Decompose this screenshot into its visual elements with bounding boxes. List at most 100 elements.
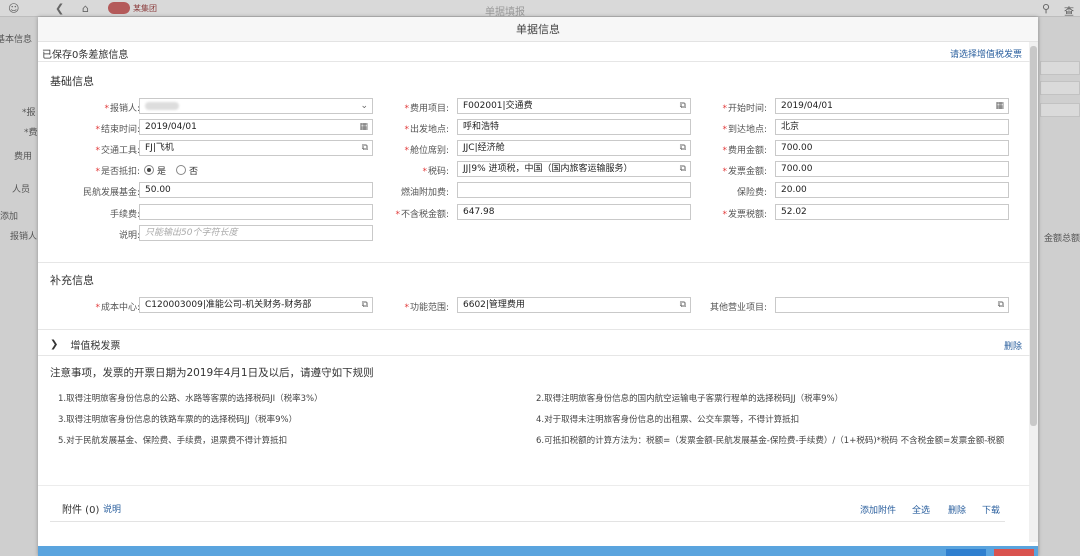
document-info-modal: 单据信息 已保存0条差旅信息 请选择增值税发票 基础信息 *报销人: ⌄ *费用… — [38, 17, 1038, 556]
transport-field[interactable]: FJ|飞机 ⧉ — [139, 140, 373, 156]
handling-fee-label: 手续费: — [109, 210, 140, 220]
fuel-surcharge-label: 燃油附加费: — [400, 188, 449, 198]
supplement-info-title: 补充信息 — [50, 274, 94, 287]
reimburser-label: *报销人: — [104, 104, 140, 114]
attachments-help-link[interactable]: 说明 — [103, 502, 121, 515]
bg-label: 人员 — [12, 185, 31, 195]
saved-travel-count: 已保存0条差旅信息 — [42, 50, 129, 61]
modal-scrollbar[interactable] — [1029, 42, 1038, 542]
bg-field — [1040, 61, 1080, 75]
cost-center-field[interactable]: C120003009|准能公司-机关财务-财务部 ⧉ — [139, 297, 373, 313]
notice-item: 6.可抵扣税额的计算方法为：税额=（发票金额-民航发展基金-保险费-手续费）/（… — [536, 436, 1005, 446]
scrollbar-thumb[interactable] — [1030, 46, 1037, 426]
arrival-input[interactable]: 北京 — [775, 119, 1009, 135]
deductible-label: *是否抵扣: — [95, 167, 140, 177]
app-title: 单据填报 — [485, 7, 525, 18]
deductible-radio-group: 是 否 — [144, 162, 198, 178]
amount-excl-tax-input[interactable]: 647.98 — [457, 204, 691, 220]
notice-title: 注意事项，发票的开票日期为2019年4月1日及以后，请遵守如下规则 — [50, 367, 374, 379]
back-icon[interactable]: ❮ — [55, 2, 64, 15]
confirm-button[interactable] — [946, 549, 986, 556]
expense-item-label: *费用项目: — [404, 104, 449, 114]
modal-footer-bar — [38, 546, 1038, 556]
expense-amount-label: *费用金额: — [722, 146, 767, 156]
user-icon[interactable]: ☺ — [8, 2, 19, 15]
insurance-label: 保险费: — [736, 188, 767, 198]
handling-fee-input[interactable] — [139, 204, 373, 220]
divider — [38, 262, 1030, 263]
attachments-title: 附件 (0) — [62, 505, 100, 516]
notice-item: 4.对于取得未注明旅客身份信息的出租票、公交车票等，不得计算抵扣 — [536, 415, 800, 425]
expense-item-field[interactable]: F002001|交通费 ⧉ — [457, 98, 691, 114]
divider — [38, 485, 1030, 486]
divider — [38, 61, 1030, 62]
start-time-field[interactable]: 2019/04/01 ▦ — [775, 98, 1009, 114]
transport-label: *交通工具: — [95, 146, 140, 156]
insurance-input[interactable]: 20.00 — [775, 182, 1009, 198]
tax-code-field[interactable]: JJ|9% 进项税，中国（国内旅客运输服务） ⧉ — [457, 161, 691, 177]
expense-amount-input[interactable]: 700.00 — [775, 140, 1009, 156]
select-vat-invoice-link[interactable]: 请选择增值税发票 — [950, 47, 1022, 60]
bg-label: 金额总额 — [1044, 234, 1080, 244]
bg-label: 添加 — [0, 212, 19, 222]
logo-mark-icon — [108, 2, 130, 14]
deductible-yes-radio[interactable] — [144, 165, 154, 175]
chevron-right-icon: ❯ — [50, 339, 59, 350]
notice-item: 1.取得注明旅客身份信息的公路、水路等客票的选择税码JI（税率3%） — [58, 394, 323, 404]
other-business-label: 其他营业项目: — [709, 303, 767, 313]
vat-invoice-toggle[interactable]: ❯ 增值税发票 — [50, 337, 120, 352]
deductible-no-radio[interactable] — [176, 165, 187, 175]
amount-excl-tax-label: *不含税金额: — [395, 210, 449, 220]
end-time-field[interactable]: 2019/04/01 ▦ — [139, 119, 373, 135]
lookup-icon[interactable]: ⧉ — [998, 299, 1004, 311]
company-logo: 某集团 — [108, 1, 193, 15]
cancel-button[interactable] — [994, 549, 1034, 556]
reimburser-select[interactable]: ⌄ — [139, 98, 373, 114]
bg-label: *报 — [22, 108, 36, 118]
invoice-amount-label: *发票金额: — [722, 167, 767, 177]
other-business-field[interactable]: ⧉ — [775, 297, 1009, 313]
notice-item: 3.取得注明旅客身份信息的铁路车票的的选择税码JJ（税率9%） — [58, 415, 298, 425]
start-time-label: *开始时间: — [722, 104, 767, 114]
divider — [50, 521, 1005, 522]
modal-title: 单据信息 — [38, 17, 1038, 42]
background-left-panel: 基本信息 *报 *费 费用 人员 添加 报销人 — [0, 17, 40, 556]
calendar-icon[interactable]: ▦ — [995, 100, 1004, 112]
app-top-bar: ☺ ❮ ⌂ 某集团 单据填报 ⚲ 查 — [0, 0, 1080, 18]
notice-item: 2.取得注明旅客身份信息的国内航空运输电子客票行程单的选择税码JJ（税率9%） — [536, 394, 844, 404]
select-all-button[interactable]: 全选 — [912, 503, 930, 516]
search-icon[interactable]: ⚲ — [1042, 2, 1050, 15]
divider — [38, 355, 1030, 356]
delete-attachment-button[interactable]: 删除 — [948, 503, 966, 516]
bg-field — [1040, 81, 1080, 95]
bg-field — [1040, 103, 1080, 117]
invoice-amount-input[interactable]: 700.00 — [775, 161, 1009, 177]
departure-label: *出发地点: — [404, 125, 449, 135]
functional-area-field[interactable]: 6602|管理费用 ⧉ — [457, 297, 691, 313]
civil-aviation-fund-input[interactable]: 50.00 — [139, 182, 373, 198]
home-icon[interactable]: ⌂ — [82, 2, 89, 15]
end-time-label: *结束时间: — [95, 125, 140, 135]
background-right-panel: 金额总额 — [1040, 17, 1080, 556]
vat-delete-link[interactable]: 删除 — [1004, 339, 1022, 352]
divider — [38, 329, 1030, 330]
add-attachment-button[interactable]: 添加附件 — [860, 503, 896, 516]
invoice-tax-label: *发票税额: — [722, 210, 767, 220]
functional-area-label: *功能范围: — [404, 303, 449, 313]
download-button[interactable]: 下载 — [982, 503, 1000, 516]
departure-input[interactable]: 呼和浩特 — [457, 119, 691, 135]
seat-class-label: *舱位席别: — [404, 146, 449, 156]
description-input[interactable]: 只能输出50个字符长度 — [139, 225, 373, 241]
fuel-surcharge-input[interactable] — [457, 182, 691, 198]
blurred-name — [145, 102, 179, 110]
header-right-label: 查 — [1064, 7, 1074, 18]
vat-invoice-title: 增值税发票 — [70, 341, 121, 352]
civil-aviation-fund-label: 民航发展基金: — [82, 188, 140, 198]
arrival-label: *到达地点: — [722, 125, 767, 135]
description-label: 说明: — [118, 231, 140, 241]
no-label: 否 — [189, 166, 199, 177]
seat-class-field[interactable]: JJC|经济舱 ⧉ — [457, 140, 691, 156]
invoice-tax-input[interactable]: 52.02 — [775, 204, 1009, 220]
bg-label: 基本信息 — [0, 35, 33, 45]
tax-code-label: *税码: — [422, 167, 449, 177]
